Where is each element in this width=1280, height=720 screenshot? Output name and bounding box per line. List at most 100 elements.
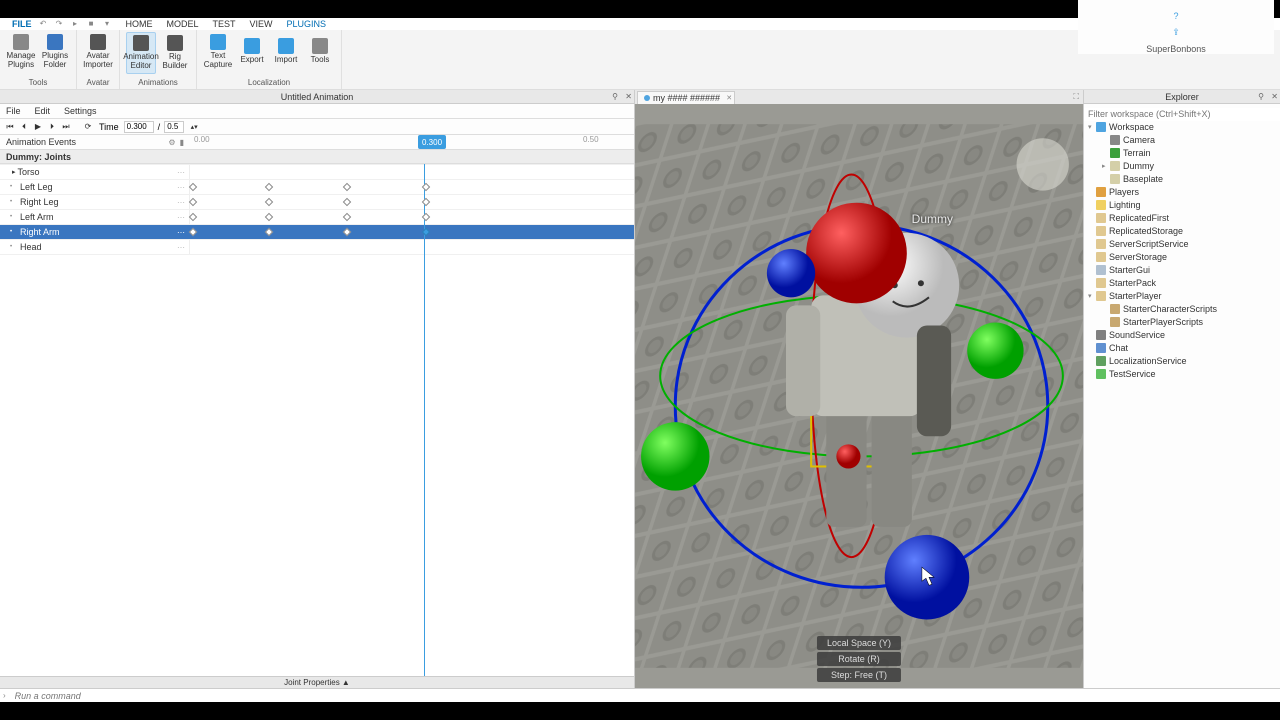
tree-node[interactable]: SoundService [1084,328,1280,341]
track-row[interactable]: •Head⋯ [0,240,634,255]
track-options-icon[interactable]: ⋯ [177,168,185,177]
track-row[interactable]: •Left Leg⋯ [0,180,634,195]
keyframe[interactable] [422,213,430,221]
track-row[interactable]: •Left Arm⋯ [0,210,634,225]
loop-button[interactable]: ⟳ [82,121,94,133]
anim-menu-file[interactable]: File [6,106,21,116]
pin-icon[interactable]: ⚲ [612,92,618,101]
qat-redo-icon[interactable]: ↷ [54,18,64,28]
keyframe[interactable] [265,228,273,236]
menu-test[interactable]: TEST [213,19,236,29]
tree-node[interactable]: StarterPack [1084,276,1280,289]
anim-menu-settings[interactable]: Settings [64,106,97,116]
viewport-tab[interactable]: my #### ###### ✕ [637,91,735,104]
qat-stop-icon[interactable]: ■ [86,18,96,28]
tree-node[interactable]: Camera [1084,133,1280,146]
track-options-icon[interactable]: ⋯ [177,213,185,222]
track-options-icon[interactable]: ⋯ [177,198,185,207]
play-button[interactable]: ▶ [32,121,44,133]
export-button[interactable]: Export [237,32,267,72]
goto-start-button[interactable]: ⏮ [4,121,16,133]
playhead[interactable]: 0.300 [418,135,446,149]
keyframe[interactable] [422,228,430,236]
track-row[interactable]: •Right Arm⋯ [0,225,634,240]
animation-editor-button[interactable]: Animation Editor [126,32,156,74]
viewport-3d[interactable]: Dummy Local Space (Y) Rotate (R) Step: F… [635,104,1083,688]
rig-builder-button[interactable]: Rig Builder [160,32,190,74]
tree-node[interactable]: ServerScriptService [1084,237,1280,250]
share-icon[interactable]: ⇪ [1172,27,1180,38]
track-options-icon[interactable]: ⋯ [177,243,185,252]
keyframe[interactable] [422,183,430,191]
keyframe[interactable] [343,228,351,236]
anim-menu-edit[interactable]: Edit [35,106,51,116]
close-icon[interactable]: ✕ [625,92,632,101]
qat-more-icon[interactable]: ▾ [102,18,112,28]
track-row[interactable]: •Right Leg⋯ [0,195,634,210]
tree-node[interactable]: Lighting [1084,198,1280,211]
manage-plugins-button[interactable]: Manage Plugins [6,32,36,72]
tree-node[interactable]: ReplicatedStorage [1084,224,1280,237]
menu-model[interactable]: MODEL [167,19,199,29]
tree-node[interactable]: LocalizationService [1084,354,1280,367]
tree-node[interactable]: ServerStorage [1084,250,1280,263]
expand-viewport-icon[interactable]: ⛶ [1073,92,1079,102]
help-icon[interactable]: ? [1173,11,1178,21]
timeline-ruler[interactable]: 0.000.500.300 [190,135,634,149]
pin-icon[interactable]: ⚲ [1258,92,1264,101]
track-lane[interactable] [190,165,634,179]
close-icon[interactable]: ✕ [1271,92,1278,101]
keyframe[interactable] [189,213,197,221]
tree-node[interactable]: StarterGui [1084,263,1280,276]
time-input[interactable] [124,121,154,133]
track-lane[interactable] [190,195,634,209]
step-back-button[interactable]: ⏴ [18,121,30,133]
goto-end-button[interactable]: ⏭ [60,121,72,133]
command-input[interactable] [9,691,1280,701]
track-lane[interactable] [190,240,634,254]
plugins-folder-button[interactable]: Plugins Folder [40,32,70,72]
track-options-icon[interactable]: ⋯ [177,228,185,237]
tree-node[interactable]: Players [1084,185,1280,198]
avatar-importer-button[interactable]: Avatar Importer [83,32,113,72]
menu-view[interactable]: VIEW [250,19,273,29]
keyframe[interactable] [189,183,197,191]
keyframe[interactable] [189,228,197,236]
tree-node[interactable]: StarterPlayerScripts [1084,315,1280,328]
tree-node[interactable]: ReplicatedFirst [1084,211,1280,224]
time-step-icon[interactable]: ▴▾ [188,121,200,133]
track-row[interactable]: ▸ Torso⋯ [0,165,634,180]
joint-properties-bar[interactable]: Joint Properties ▲ [0,676,634,688]
qat-play-icon[interactable]: ▸ [70,18,80,28]
track-options-icon[interactable]: ⋯ [177,183,185,192]
tree-node[interactable]: StarterCharacterScripts [1084,302,1280,315]
events-gear-icon[interactable]: ⚙ [168,138,175,147]
length-input[interactable] [164,121,184,133]
menu-file[interactable]: FILE [12,19,32,29]
keyframe[interactable] [189,198,197,206]
keyframe[interactable] [265,198,273,206]
tree-node[interactable]: Terrain [1084,146,1280,159]
keyframe[interactable] [343,213,351,221]
tree-node[interactable]: ▸Dummy [1084,159,1280,172]
expand-icon[interactable]: ▸ [12,168,16,176]
menu-home[interactable]: HOME [126,19,153,29]
tab-close-icon[interactable]: ✕ [726,94,732,102]
collapse-ribbon-icon[interactable]: ^ [1174,0,1178,5]
keyframe[interactable] [343,198,351,206]
menu-plugins[interactable]: PLUGINS [287,19,327,29]
tree-node[interactable]: Baseplate [1084,172,1280,185]
keyframe[interactable] [265,213,273,221]
tree-arrow-icon[interactable]: ▾ [1088,123,1096,131]
tree-node[interactable]: TestService [1084,367,1280,380]
tree-arrow-icon[interactable]: ▸ [1102,162,1110,170]
tree-node[interactable]: ▾StarterPlayer [1084,289,1280,302]
keyframe[interactable] [343,183,351,191]
track-lane[interactable] [190,210,634,224]
step-forward-button[interactable]: ⏵ [46,121,58,133]
tree-arrow-icon[interactable]: ▾ [1088,292,1096,300]
qat-undo-icon[interactable]: ↶ [38,18,48,28]
tree-node[interactable]: Chat [1084,341,1280,354]
track-lane[interactable] [190,180,634,194]
tree-node[interactable]: ▾Workspace [1084,120,1280,133]
